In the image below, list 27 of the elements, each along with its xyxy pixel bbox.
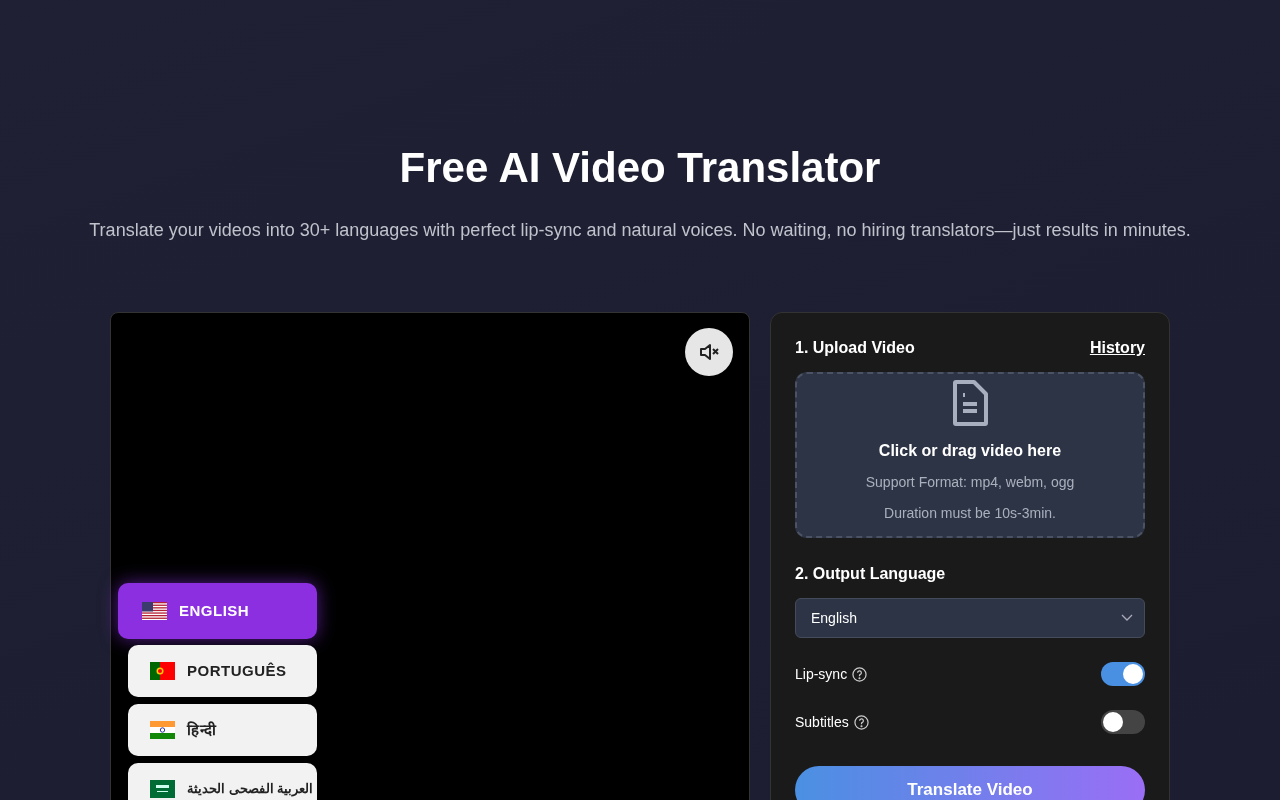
help-icon[interactable] <box>853 714 869 730</box>
section-heading: 1. Upload Video <box>795 339 915 357</box>
toggle-switch[interactable] <box>1101 662 1145 686</box>
toggle-switch[interactable] <box>1101 710 1145 734</box>
language-select[interactable]: English <box>795 598 1145 638</box>
language-button[interactable]: ENGLISH <box>118 583 317 639</box>
section-heading: 2. Output Language <box>795 565 947 583</box>
dropzone-title: Click or drag video here <box>878 442 1062 460</box>
mute-button[interactable] <box>685 328 733 376</box>
upload-dropzone[interactable]: Click or drag video here Support Format: mp4, webm, ogg Duration must be 10s-3min. <box>795 372 1145 538</box>
page-subtitle: Translate your videos into 30+ languages with perfect lip-sync and natural voices. No waiting, no hiring translators—just results in minutes. <box>89 219 1191 242</box>
language-button[interactable]: العربية الفصحى الحديثة <box>128 763 317 800</box>
help-icon[interactable] <box>852 666 868 682</box>
flag-icon <box>142 602 167 620</box>
language-button[interactable]: PORTUGUÊS <box>128 645 317 697</box>
flag-icon <box>150 662 175 680</box>
flag-icon <box>150 780 175 798</box>
page-title: Free AI Video Translator <box>399 143 881 193</box>
dropzone-hint: Duration must be 10s-3min. <box>884 505 1056 522</box>
history-link[interactable]: History <box>1089 339 1145 357</box>
dropzone-hint: Support Format: mp4, webm, ogg <box>865 474 1075 491</box>
chevron-down-icon <box>1121 614 1133 622</box>
toggle-label: Lip-sync <box>795 666 848 682</box>
translate-button[interactable]: Translate Video <box>795 766 1145 800</box>
toggle-label: Subtitles <box>795 714 849 730</box>
language-button[interactable]: हिन्दी <box>128 704 317 756</box>
flag-icon <box>150 721 175 739</box>
